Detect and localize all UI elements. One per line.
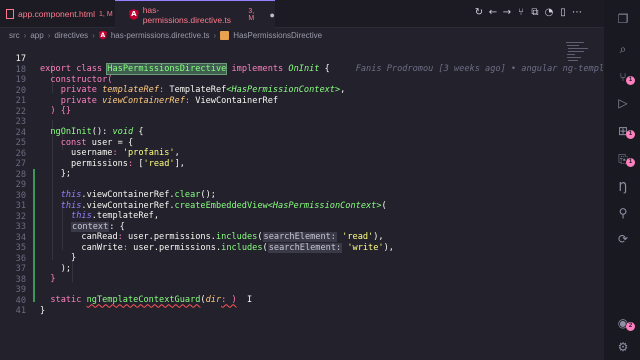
breadcrumb: src › app › directives › A has-permissio… bbox=[0, 28, 604, 42]
breadcrumb-item-class[interactable]: HasPermissionsDirective bbox=[233, 31, 322, 40]
code-editor[interactable]: 17 export class HasPermissionsDirective … bbox=[0, 42, 604, 360]
breadcrumb-item-directives[interactable]: directives bbox=[54, 31, 88, 40]
branch-icon[interactable]: ⑂ bbox=[516, 7, 526, 19]
angular-icon: A bbox=[98, 30, 107, 40]
code-line: 17 export class HasPermissionsDirective … bbox=[0, 44, 604, 76]
tab-label: has-permissions.directive.ts bbox=[142, 4, 232, 25]
gear-icon[interactable]: ⚙ bbox=[616, 340, 630, 354]
code-line: 25 username: 'profanis', bbox=[0, 128, 564, 158]
tab-bar: app.component.html 1, M A has-permission… bbox=[0, 0, 604, 28]
breadcrumb-item-src[interactable]: src bbox=[9, 31, 20, 40]
arrow-right-icon[interactable]: → bbox=[502, 7, 512, 19]
search-icon[interactable]: ⌕ bbox=[616, 42, 630, 56]
angular-icon: A bbox=[129, 9, 139, 20]
code-line: 30 this.viewContainerRef.createEmbeddedV… bbox=[0, 181, 564, 211]
code-line: 28 bbox=[0, 160, 564, 180]
account-badge: 2 bbox=[626, 322, 635, 331]
code-line: 27 }; bbox=[0, 149, 564, 179]
sync-icon[interactable]: ⟳ bbox=[616, 232, 630, 246]
tab-app-component-html[interactable]: app.component.html 1, M bbox=[0, 0, 114, 28]
breadcrumb-item-app[interactable]: app bbox=[30, 31, 43, 40]
code-token: } bbox=[40, 305, 46, 316]
breadcrumb-item-file[interactable]: has-permissions.directive.ts bbox=[111, 31, 210, 40]
code-line: 19 private templateRef: TemplateRef<HasP… bbox=[0, 65, 564, 95]
activity-bar: ❐ ⌕ ⑂ 1 ▷ ⊞ 1 ⎘ 1 Ŋ ⚲ ⟳ ◉ 2 ⚙ bbox=[604, 0, 640, 360]
editor-toolbar: ↻ ← → ⑂ ⧉ ◔ ▯ ⋯ bbox=[474, 7, 582, 19]
code-line: 26 permissions: ['read'], bbox=[0, 139, 564, 169]
minimap[interactable] bbox=[564, 42, 600, 72]
chevron-right-icon: › bbox=[47, 30, 51, 40]
html-file-icon bbox=[6, 9, 14, 19]
code-line: 24 const user = { bbox=[0, 118, 564, 148]
remote-badge: 1 bbox=[626, 158, 635, 167]
code-line: 32 context: { bbox=[0, 202, 564, 232]
code-line: 37 } bbox=[0, 254, 564, 284]
compare-icon[interactable]: ⧉ bbox=[530, 7, 540, 19]
database-icon[interactable]: ⚲ bbox=[616, 206, 630, 220]
code-line: 20 private viewContainerRef: ViewContain… bbox=[0, 76, 564, 106]
run-debug-icon[interactable]: ▷ bbox=[616, 96, 630, 110]
code-line: 39 static ngTemplateContextGuard(dir: ) … bbox=[0, 275, 564, 305]
code-line: 29 this.viewContainerRef.clear(); bbox=[0, 170, 564, 200]
tab-status: 3, M bbox=[248, 7, 255, 22]
chevron-right-icon: › bbox=[92, 30, 95, 40]
explorer-icon[interactable]: ❐ bbox=[616, 12, 630, 26]
code-line: 38 bbox=[0, 265, 564, 285]
extensions-badge: 1 bbox=[626, 130, 635, 139]
code-line: 34 canWrite: user.permissions.includes(s… bbox=[0, 223, 564, 253]
code-line: 21 ) {} bbox=[0, 86, 564, 116]
code-line: 18 constructor( bbox=[0, 55, 564, 85]
code-line: 40 } bbox=[0, 286, 564, 316]
line-number: 41 bbox=[15, 306, 26, 317]
tab-label: app.component.html bbox=[18, 9, 96, 19]
tab-status: 1, M bbox=[99, 10, 113, 18]
arrow-left-icon[interactable]: ← bbox=[488, 7, 498, 19]
split-editor-icon[interactable]: ▯ bbox=[558, 7, 568, 19]
close-icon[interactable]: ● bbox=[270, 10, 275, 20]
code-line: 36 ); bbox=[0, 244, 564, 274]
chevron-right-icon: › bbox=[213, 30, 217, 40]
code-line: 41 bbox=[0, 296, 564, 316]
code-line: 35 } bbox=[0, 233, 564, 263]
toggle-icon[interactable]: ◔ bbox=[544, 7, 554, 19]
source-control-badge: 1 bbox=[626, 76, 635, 85]
code-line: 22 bbox=[0, 97, 564, 117]
code-line: 33 canRead: user.permissions.includes(se… bbox=[0, 212, 564, 243]
code-line: 31 this.templateRef, bbox=[0, 191, 564, 221]
nx-console-icon[interactable]: Ŋ bbox=[616, 180, 630, 194]
class-icon bbox=[220, 30, 230, 40]
code-line: 23 ngOnInit(): void { bbox=[0, 107, 564, 137]
tab-has-permissions-directive[interactable]: A has-permissions.directive.ts 3, M ● bbox=[115, 0, 275, 28]
more-icon[interactable]: ⋯ bbox=[572, 7, 582, 19]
history-icon[interactable]: ↻ bbox=[474, 7, 484, 19]
chevron-right-icon: › bbox=[23, 30, 27, 40]
